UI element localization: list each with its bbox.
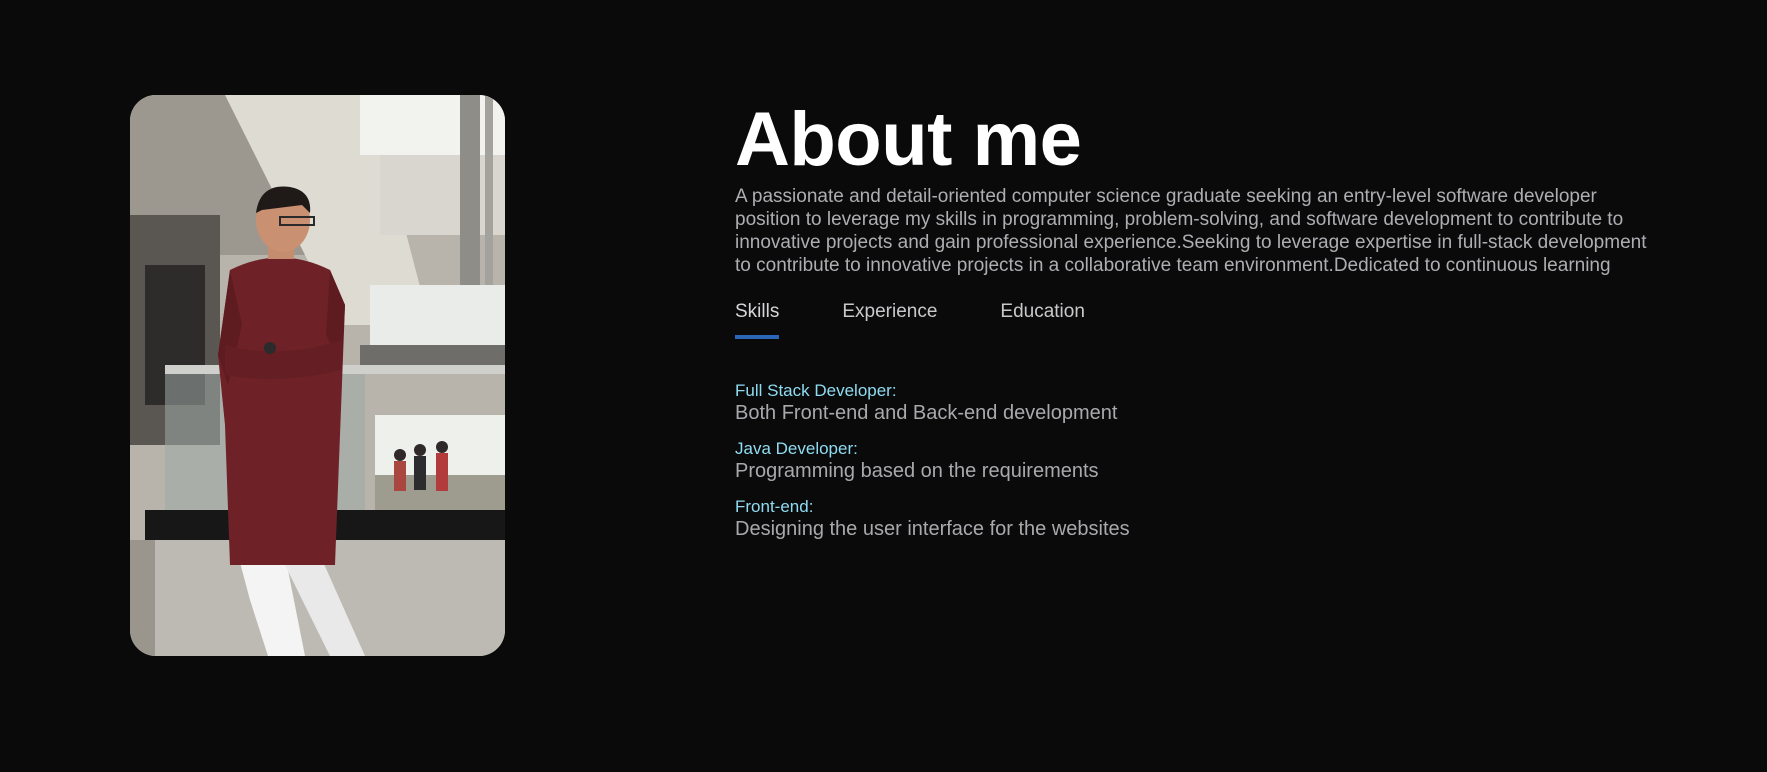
skill-item: Front-end: Designing the user interface … (735, 496, 1655, 541)
intro-paragraph: A passionate and detail-oriented compute… (735, 186, 1647, 276)
skill-title: Java Developer: (735, 439, 858, 458)
tab-skills[interactable]: Skills (735, 301, 780, 339)
tab-bar: Skills Experience Education (735, 301, 1655, 339)
tab-experience[interactable]: Experience (842, 301, 937, 339)
skill-item: Full Stack Developer: Both Front-end and… (735, 380, 1655, 425)
skills-panel: Full Stack Developer: Both Front-end and… (735, 380, 1655, 541)
skill-title: Full Stack Developer: (735, 381, 897, 400)
profile-photo (130, 95, 505, 656)
about-section: About me A passionate and detail-oriente… (0, 0, 1767, 772)
page-title: About me (735, 97, 1082, 182)
profile-photo-illustration (130, 95, 505, 656)
skill-title: Front-end: (735, 497, 814, 516)
tab-education[interactable]: Education (1000, 301, 1085, 339)
skill-item: Java Developer: Programming based on the… (735, 438, 1655, 483)
skill-description: Both Front-end and Back-end development (735, 402, 1118, 424)
skill-description: Designing the user interface for the web… (735, 518, 1130, 540)
about-content: About me A passionate and detail-oriente… (735, 95, 1655, 554)
skill-description: Programming based on the requirements (735, 460, 1099, 482)
